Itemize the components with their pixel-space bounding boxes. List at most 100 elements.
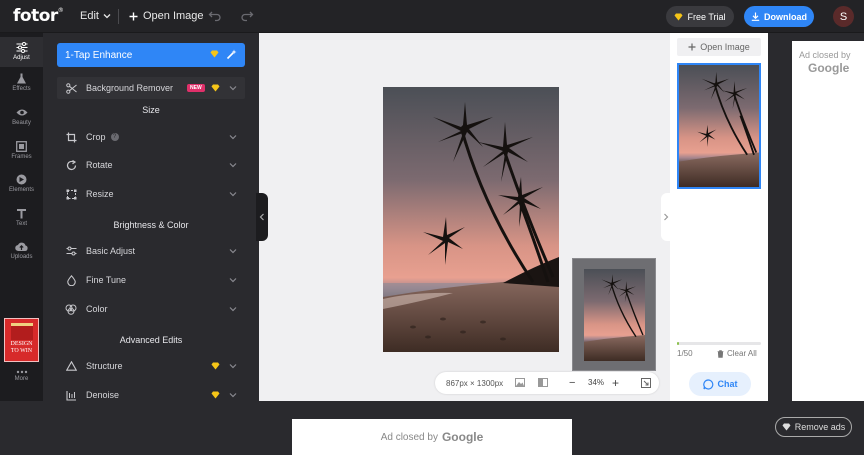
plus-icon <box>129 12 138 20</box>
beach-palm-photo <box>383 87 559 352</box>
fit-screen-icon[interactable] <box>641 378 651 388</box>
beach-palm-photo-thumb <box>584 269 645 361</box>
compare-icon[interactable] <box>538 378 548 387</box>
image-thumbnail-selected[interactable] <box>677 63 761 189</box>
frame-icon <box>16 141 27 152</box>
ad-closed-text: Ad closed by <box>380 431 438 443</box>
trash-icon <box>717 349 724 358</box>
open-image-button[interactable]: Open Image <box>129 10 204 22</box>
chevron-down-icon <box>229 364 237 369</box>
rail-item-beauty[interactable]: Beauty <box>0 107 43 126</box>
chevron-down-icon <box>229 307 237 312</box>
denoise-label: Denoise <box>86 390 120 400</box>
photo-preview[interactable] <box>383 87 559 352</box>
ad-placeholder-right: Ad closed by Google <box>792 41 864 401</box>
elements-icon <box>16 174 27 185</box>
more-dots-icon <box>16 370 27 374</box>
chevron-down-icon <box>229 192 237 197</box>
denoise-item[interactable]: Denoise <box>57 384 245 401</box>
diamond-icon <box>674 13 683 20</box>
one-tap-enhance-button[interactable]: 1-Tap Enhance <box>57 43 245 67</box>
crop-item[interactable]: Crop ? <box>57 126 245 148</box>
remove-ads-label: Remove ads <box>794 422 846 432</box>
color-label: Color <box>86 304 108 314</box>
rail-item-uploads[interactable]: Uploads <box>0 241 43 260</box>
ad-closed-text: Ad closed by <box>799 50 851 60</box>
rail-item-frames[interactable]: Frames <box>0 141 43 160</box>
clear-all-button[interactable]: Clear All <box>717 349 757 358</box>
chat-button[interactable]: Chat <box>689 372 751 396</box>
fine-tune-label: Fine Tune <box>86 275 127 285</box>
sliders-icon <box>16 42 27 53</box>
open-image-panel-label: Open Image <box>700 42 750 52</box>
rail-label: More <box>14 376 29 382</box>
zoom-out-button[interactable]: − <box>569 377 575 389</box>
section-brightness-color: Brightness & Color <box>113 220 189 230</box>
premium-gem-icon <box>211 391 220 399</box>
navigator-minimap[interactable] <box>572 258 656 371</box>
premium-gem-icon <box>210 50 219 58</box>
rail-label: Beauty <box>12 120 31 126</box>
rail-item-effects[interactable]: Effects <box>0 73 43 92</box>
canvas-status-bar: 867px × 1300px − 34% + <box>435 372 659 394</box>
section-size: Size <box>142 105 160 115</box>
background-remover-item[interactable]: Background Remover NEW <box>57 77 245 99</box>
image-icon[interactable] <box>515 378 525 387</box>
resize-item[interactable]: Resize <box>57 183 245 205</box>
user-avatar[interactable]: S <box>833 6 854 27</box>
chevron-down-icon <box>229 393 237 398</box>
download-icon <box>751 12 760 21</box>
color-item[interactable]: Color <box>57 298 245 320</box>
resize-label: Resize <box>86 189 114 199</box>
rotate-label: Rotate <box>86 160 113 170</box>
fine-tune-item[interactable]: Fine Tune <box>57 269 245 291</box>
top-bar: fotor® Edit Open Image Free Trial Downlo… <box>0 0 864 33</box>
rail-label: Elements <box>8 187 34 193</box>
redo-icon[interactable] <box>240 8 254 22</box>
collapse-panel-handle[interactable] <box>256 193 268 241</box>
open-image-panel-button[interactable]: Open Image <box>677 38 761 56</box>
edit-menu[interactable]: Edit <box>80 10 111 22</box>
text-icon <box>17 209 26 219</box>
google-wordmark: Google <box>808 61 850 75</box>
toolbar-divider <box>118 9 119 24</box>
navigator-thumbnail <box>584 269 645 361</box>
promo-line-2: TO WIN <box>10 348 33 354</box>
chat-label: Chat <box>717 379 738 389</box>
google-wordmark: Google <box>441 430 484 444</box>
plus-icon <box>688 43 696 51</box>
rail-item-elements[interactable]: Elements <box>0 174 43 193</box>
zoom-in-button[interactable]: + <box>612 376 619 390</box>
fotor-logo[interactable]: fotor® <box>13 6 64 26</box>
rotate-item[interactable]: Rotate <box>57 154 245 176</box>
promo-line-1: DESIGN <box>10 341 33 347</box>
image-count-progress <box>677 342 761 345</box>
eye-icon <box>16 109 27 116</box>
resize-icon <box>66 189 76 199</box>
clear-all-label: Clear All <box>727 349 757 358</box>
denoise-icon <box>65 390 76 401</box>
remove-ads-button[interactable]: Remove ads <box>775 417 852 437</box>
undo-icon[interactable] <box>208 8 222 22</box>
rail-label: Uploads <box>10 254 33 260</box>
enhance-label: 1-Tap Enhance <box>65 49 133 61</box>
chevron-down-icon <box>229 86 237 91</box>
rail-item-more[interactable]: More <box>0 370 43 382</box>
basic-adjust-item[interactable]: Basic Adjust <box>57 240 245 262</box>
tool-rail: Adjust Effects Beauty Frames Elements Te… <box>0 33 43 401</box>
zoom-level: 34% <box>588 378 605 387</box>
rail-label: Adjust <box>13 55 30 61</box>
structure-item[interactable]: Structure <box>57 355 245 377</box>
structure-label: Structure <box>86 361 123 371</box>
editing-canvas[interactable]: 867px × 1300px − 34% + <box>259 33 670 401</box>
download-button[interactable]: Download <box>744 6 814 27</box>
flask-icon <box>17 73 26 84</box>
free-trial-button[interactable]: Free Trial <box>666 6 734 27</box>
rail-item-adjust[interactable]: Adjust <box>0 37 43 67</box>
image-dimensions: 867px × 1300px <box>446 378 504 388</box>
rail-item-text[interactable]: Text <box>0 208 43 227</box>
design-to-win-promo[interactable]: DESIGN TO WIN <box>4 318 39 362</box>
magic-wand-icon <box>226 49 237 60</box>
droplet-icon <box>66 274 76 286</box>
help-icon[interactable]: ? <box>110 133 119 141</box>
